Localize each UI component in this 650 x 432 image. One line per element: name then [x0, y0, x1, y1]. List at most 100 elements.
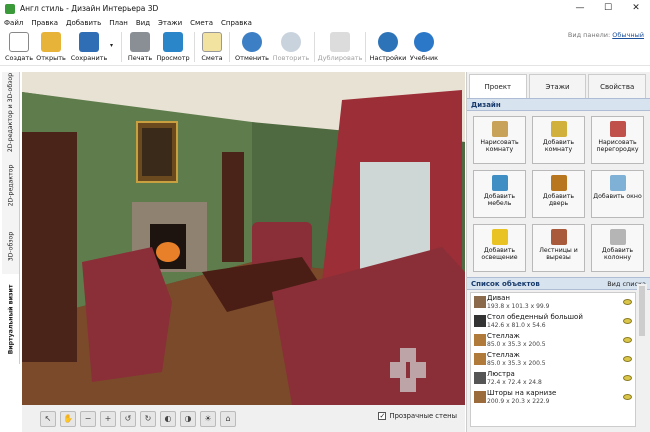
furniture-icon [491, 175, 508, 191]
menu-floors[interactable]: Этажи [158, 19, 182, 27]
undo-arrow-icon [242, 32, 262, 52]
menu-estimate[interactable]: Смета [190, 19, 213, 27]
object-dimensions: 142.6 x 81.0 x 54.6 [487, 321, 546, 329]
3d-scene-viewport[interactable] [22, 72, 465, 405]
object-list-item[interactable]: Стеллаж 85.0 x 35.3 x 200.5 [471, 331, 635, 350]
save-dropdown-arrow[interactable]: ▾ [110, 28, 118, 49]
toolbar-separator [314, 32, 315, 62]
object-list-item[interactable]: Шторы на карнизе 200.9 x 20.3 x 222.9 [471, 388, 635, 407]
object-name: Стол обеденный большой [487, 313, 583, 321]
title-bar: Англ стиль - Дизайн Интерьера 3D — ☐ ✕ [0, 0, 650, 17]
tab-2d-editor-3d-view[interactable]: 2D-редактор и 3D-обзор [2, 72, 20, 152]
menu-file[interactable]: Файл [4, 19, 23, 27]
design-button-label: Добавить комнату [542, 139, 575, 153]
undo-button[interactable]: Отменить [233, 28, 271, 66]
app-icon [5, 3, 15, 14]
transparent-walls-toggle[interactable]: ✓ Прозрачные стены [378, 412, 457, 420]
tutorial-button[interactable]: Учебник [407, 28, 441, 66]
object-list-scrollbar[interactable] [637, 284, 647, 419]
tab-3d-view[interactable]: 3D-обзор [2, 218, 20, 274]
object-list-item[interactable]: Диван 193.8 x 101.3 x 99.9 [471, 293, 635, 312]
table-icon [474, 315, 486, 327]
duplicate-button[interactable]: Дублировать [318, 28, 362, 66]
design-button-label: Добавить колонну [601, 247, 634, 261]
rotate-left-icon[interactable]: ↺ [120, 410, 136, 427]
create-button[interactable]: Создать [4, 28, 34, 66]
design-button-add-room[interactable]: Добавить комнату [532, 116, 585, 164]
view-panel-selector[interactable]: Вид панели: Обычный [568, 31, 644, 39]
left-vertical-tabs: 2D-редактор и 3D-обзор 2D-редактор 3D-об… [0, 72, 22, 412]
zoom-out-icon[interactable]: − [80, 410, 96, 427]
pointer-icon[interactable]: ↖ [40, 410, 56, 427]
visibility-eye-icon[interactable] [623, 337, 632, 343]
tab-properties[interactable]: Свойства [588, 74, 647, 98]
scrollbar-thumb[interactable] [639, 286, 645, 336]
design-button-draw-room[interactable]: Нарисовать комнату [473, 116, 526, 164]
tab-3d-view-label: 3D-обзор [7, 231, 15, 261]
object-list-item[interactable]: Люстра 72.4 x 72.4 x 24.8 [471, 369, 635, 388]
object-name: Стеллаж [487, 351, 520, 359]
object-list: Диван 193.8 x 101.3 x 99.9 Стол обеденный … [470, 292, 636, 427]
menu-edit[interactable]: Правка [31, 19, 58, 27]
visibility-eye-icon[interactable] [623, 394, 632, 400]
menu-plan[interactable]: План [109, 19, 128, 27]
object-list-item[interactable]: Стеллаж 85.0 x 35.3 x 200.5 [471, 350, 635, 369]
chandelier-icon [474, 372, 486, 384]
print-button[interactable]: Печать [125, 28, 155, 66]
orbit-left-icon[interactable]: ◐ [160, 410, 176, 427]
design-button-window[interactable]: Добавить окно [591, 170, 644, 218]
preview-label: Просмотр [156, 54, 190, 62]
view-controls-bar: ↖ ✋ − + ↺ ↻ ◐ ◑ ☀ ⌂ ✓ Прозрачные стены [22, 405, 465, 432]
visibility-eye-icon[interactable] [623, 375, 632, 381]
design-button-label: Добавить окно [593, 193, 642, 200]
design-button-wall[interactable]: Нарисовать перегородку [591, 116, 644, 164]
object-name: Диван [487, 294, 511, 302]
toolbar: Создать Открыть Сохранить ▾ Печать Просм… [0, 28, 650, 66]
save-button[interactable]: Сохранить [68, 28, 110, 66]
design-button-column[interactable]: Добавить колонну [591, 224, 644, 272]
tab-2d-editor-3d-view-label: 2D-редактор и 3D-обзор [7, 72, 15, 152]
monitor-icon [163, 32, 183, 52]
maximize-button[interactable]: ☐ [594, 0, 622, 17]
tab-project[interactable]: Проект [469, 74, 527, 98]
lightbulb-icon[interactable]: ☀ [200, 410, 216, 427]
tutorial-label: Учебник [409, 54, 439, 62]
tab-2d-editor[interactable]: 2D-редактор [2, 152, 20, 218]
hand-icon[interactable]: ✋ [60, 410, 76, 427]
object-name: Люстра [487, 370, 515, 378]
open-button[interactable]: Открыть [34, 28, 68, 66]
redo-button[interactable]: Повторить [271, 28, 311, 66]
tab-virtual-visit[interactable]: Виртуальный визит [2, 274, 20, 364]
design-button-furniture[interactable]: Добавить мебель [473, 170, 526, 218]
preview-button[interactable]: Просмотр [155, 28, 191, 66]
zoom-in-icon[interactable]: + [100, 410, 116, 427]
menu-help[interactable]: Справка [221, 19, 252, 27]
rotate-right-icon[interactable]: ↻ [140, 410, 156, 427]
floppy-disk-icon [79, 32, 99, 52]
toolbar-separator [365, 32, 366, 62]
object-dimensions: 85.0 x 35.3 x 200.5 [487, 359, 546, 367]
estimate-button[interactable]: Смета [198, 28, 226, 66]
close-button[interactable]: ✕ [622, 0, 650, 17]
3d-room-render [22, 72, 465, 405]
visibility-eye-icon[interactable] [623, 299, 632, 305]
object-list-item[interactable]: Стол обеденный большой 142.6 x 81.0 x 54.… [471, 312, 635, 331]
menu-view[interactable]: Вид [136, 19, 150, 27]
design-button-lightbulb[interactable]: Добавить освещение [473, 224, 526, 272]
design-button-door[interactable]: Добавить дверь [532, 170, 585, 218]
orbit-right-icon[interactable]: ◑ [180, 410, 196, 427]
visibility-eye-icon[interactable] [623, 318, 632, 324]
settings-button[interactable]: Настройки [369, 28, 407, 66]
estimate-label: Смета [201, 54, 223, 62]
tab-floors[interactable]: Этажи [528, 74, 587, 98]
design-button-label: Добавить мебель [483, 193, 516, 207]
object-list-title: Список объектов [471, 279, 540, 288]
menu-add[interactable]: Добавить [66, 19, 101, 27]
view-panel-value[interactable]: Обычный [612, 31, 644, 39]
design-button-stairs[interactable]: Лестницы и вырезы [532, 224, 585, 272]
visibility-eye-icon[interactable] [623, 356, 632, 362]
home-icon[interactable]: ⌂ [220, 410, 236, 427]
notepad-icon [202, 32, 222, 52]
minimize-button[interactable]: — [566, 0, 594, 17]
transparent-walls-checkbox[interactable]: ✓ [378, 412, 387, 420]
